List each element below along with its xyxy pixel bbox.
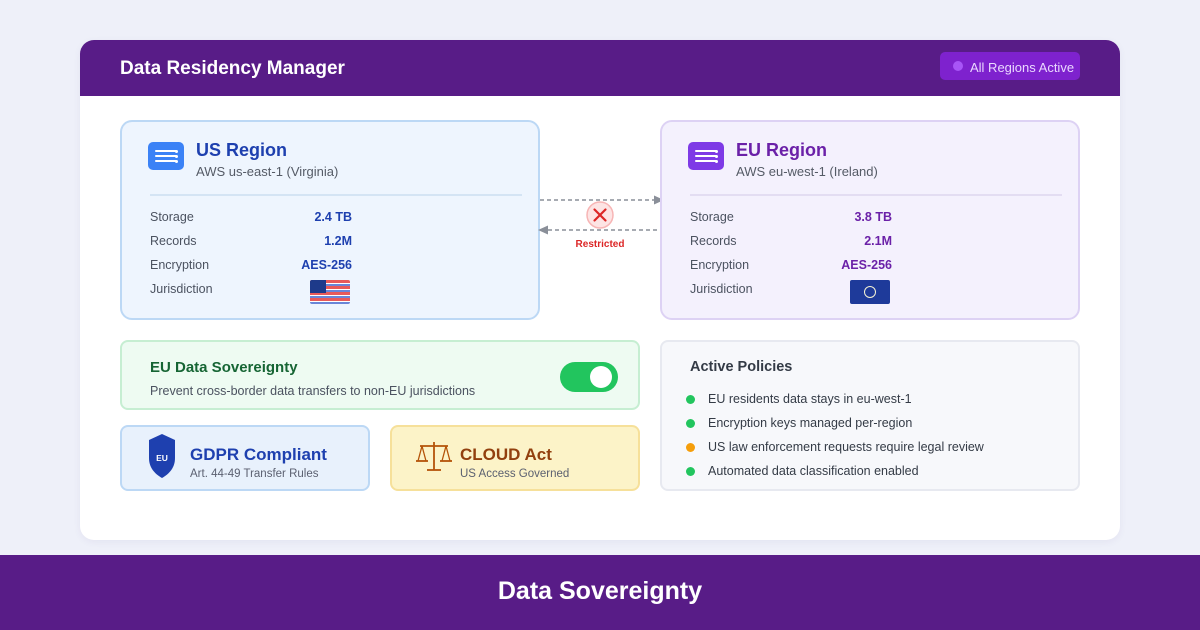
records-value: 2.1M [864,234,892,248]
footer-title: Data Sovereignty [497,577,703,605]
shield-label: EU [156,453,168,463]
data-residency-window: Data Residency Manager All Regions Activ… [80,40,1120,540]
app-title: Data Residency Manager [120,58,345,79]
records-label: Records [150,234,197,248]
active-policies-panel: Active Policies EU residents data stays … [660,340,1080,491]
eu-region-card[interactable]: EU Region AWS eu-west-1 (Ireland) Storag… [660,120,1080,320]
shield-icon: EU [149,434,175,478]
divider [690,194,1062,196]
app-header: Data Residency Manager All Regions Activ… [80,40,1120,96]
sovereignty-description: Prevent cross-border data transfers to n… [150,384,476,398]
server-icon [688,142,724,170]
all-regions-status-badge[interactable]: All Regions Active [940,52,1080,80]
gdpr-compliance-badge[interactable]: EU GDPR Compliant Art. 44-49 Transfer Ru… [120,425,370,491]
records-label: Records [690,234,737,248]
blocked-x-icon [586,201,614,229]
jurisdiction-label: Jurisdiction [150,282,213,296]
storage-value: 3.8 TB [854,210,892,224]
us-region-provider: AWS us-east-1 (Virginia) [196,164,339,179]
toggle-knob [590,366,612,388]
warning-dot-icon [686,443,695,452]
server-icon [148,142,184,170]
status-dot-icon [686,395,695,404]
us-region-card[interactable]: US Region AWS us-east-1 (Virginia) Stora… [120,120,540,320]
gdpr-subtitle: Art. 44-49 Transfer Rules [190,468,319,480]
cloud-act-title: CLOUD Act [460,445,552,464]
us-region-name: US Region [196,140,288,160]
storage-value: 2.4 TB [314,210,352,224]
footer-banner: Data Sovereignty [0,555,1200,630]
transfer-status-label: Restricted [575,239,625,250]
scales-of-justice-icon [416,442,452,471]
policy-text: US law enforcement requests require lega… [708,440,984,454]
eu-data-sovereignty-card: EU Data Sovereignty Prevent cross-border… [120,340,640,410]
us-flag-icon [310,280,350,304]
encryption-label: Encryption [690,258,750,272]
encryption-value: AES-256 [301,258,352,272]
eu-region-name: EU Region [736,140,828,160]
divider [150,194,522,196]
gdpr-title: GDPR Compliant [190,445,327,464]
status-dot-icon [686,467,695,476]
records-value: 1.2M [324,234,352,248]
policy-text: Automated data classification enabled [708,464,919,478]
encryption-value: AES-256 [841,258,892,272]
cloud-act-subtitle: US Access Governed [460,468,570,480]
policy-text: Encryption keys managed per-region [708,416,913,430]
eu-flag-icon [850,280,890,304]
storage-label: Storage [150,210,194,224]
status-badge-label: All Regions Active [970,60,1075,75]
sovereignty-title: EU Data Sovereignty [150,359,298,376]
policies-title: Active Policies [690,359,793,375]
cloud-act-badge[interactable]: CLOUD Act US Access Governed [390,425,640,491]
status-dot-icon [953,61,963,71]
sovereignty-toggle[interactable] [560,362,618,392]
policy-text: EU residents data stays in eu-west-1 [708,392,912,406]
status-dot-icon [686,419,695,428]
eu-region-provider: AWS eu-west-1 (Ireland) [736,164,878,179]
storage-label: Storage [690,210,734,224]
jurisdiction-label: Jurisdiction [690,282,753,296]
encryption-label: Encryption [150,258,210,272]
